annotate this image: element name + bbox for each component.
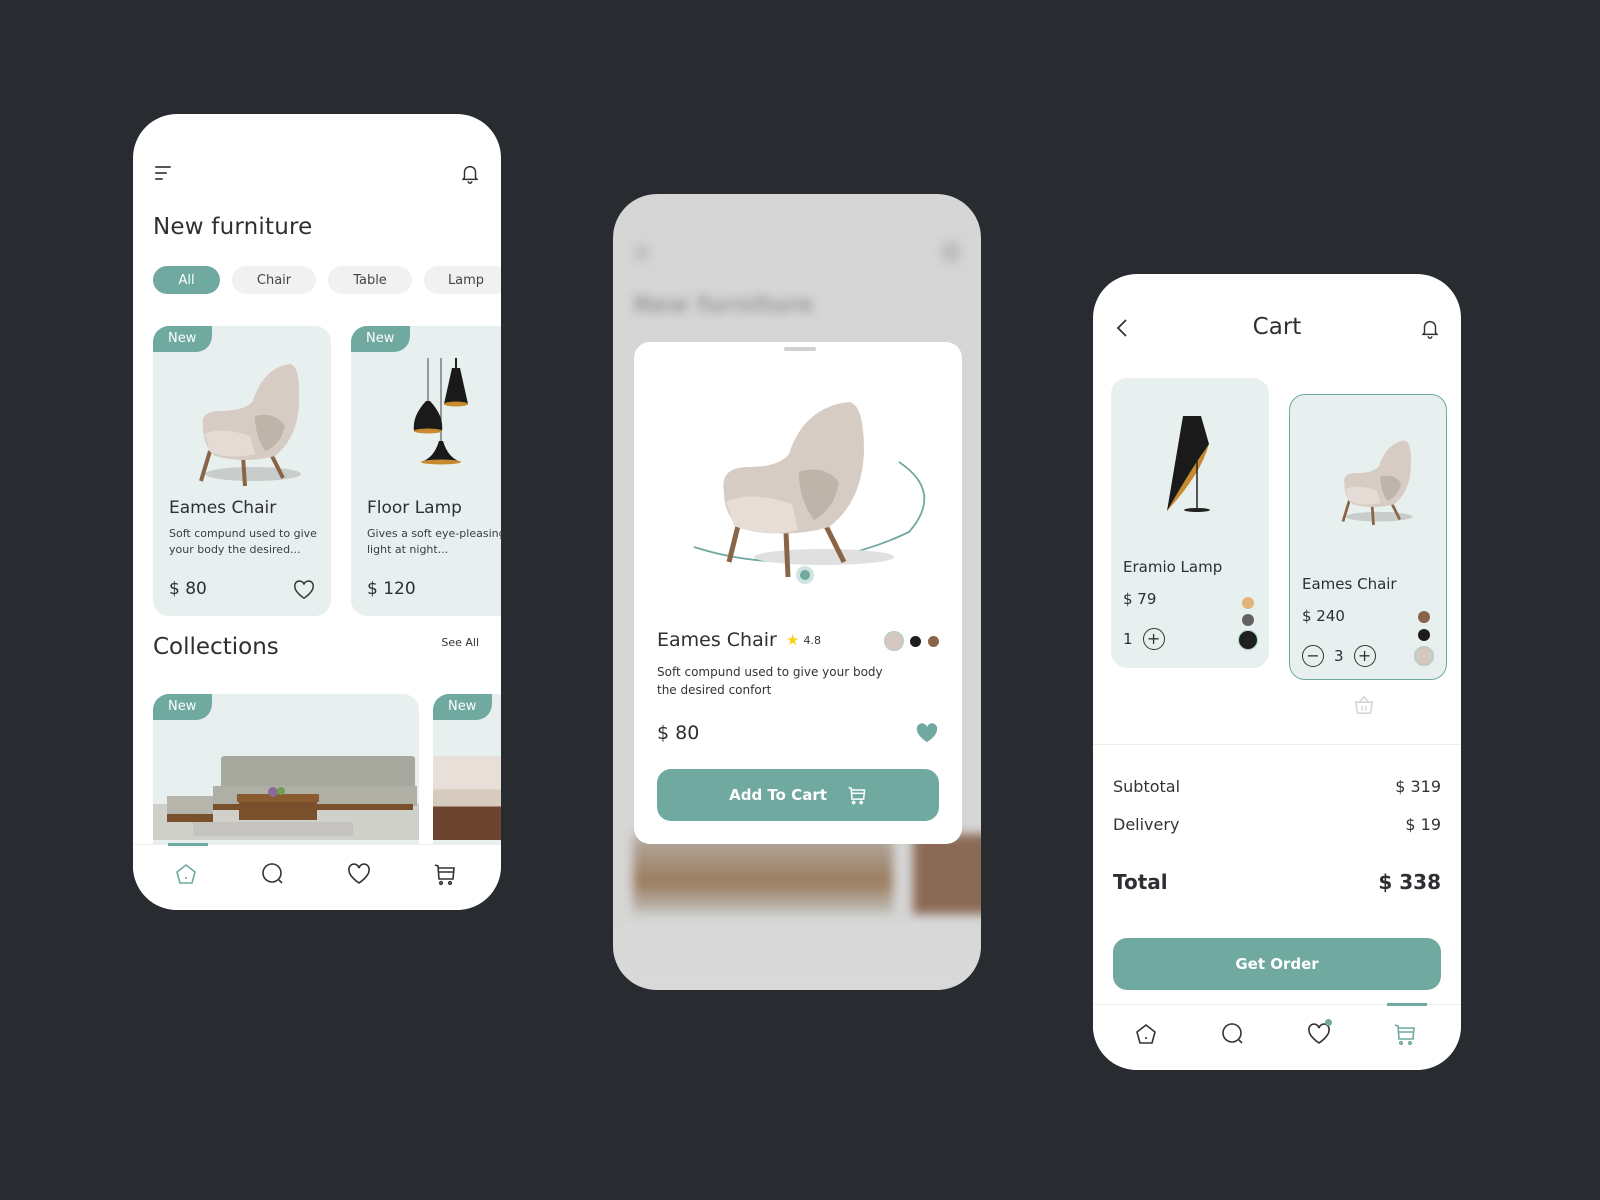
bottom-nav (1093, 1003, 1461, 1070)
menu-icon (635, 246, 649, 260)
add-to-cart-button[interactable]: Add To Cart (657, 769, 939, 821)
total-value: $ 338 (1378, 870, 1441, 894)
color-swatch-gray[interactable] (1242, 614, 1254, 626)
cart-item[interactable]: Eramio Lamp $ 79 1 + (1111, 378, 1269, 668)
add-to-cart-label: Add To Cart (729, 786, 827, 804)
subtotal-label: Subtotal (1113, 777, 1181, 796)
color-swatch-brown[interactable] (1418, 611, 1430, 623)
sofa-image (153, 756, 419, 840)
cart-item-name: Eramio Lamp (1123, 558, 1223, 576)
cart-item-selected[interactable]: Eames Chair $ 240 − 3 + (1289, 394, 1447, 680)
home-icon[interactable] (1134, 1022, 1158, 1046)
notification-dot (1325, 1019, 1332, 1026)
heart-icon[interactable] (293, 580, 315, 600)
color-swatch-black[interactable] (1418, 629, 1430, 641)
collection-image (433, 756, 501, 840)
product-name: Eames Chair (169, 498, 277, 518)
search-icon[interactable] (1221, 1022, 1245, 1046)
total-label: Total (1113, 870, 1168, 894)
delivery-value: $ 19 (1405, 815, 1441, 834)
product-description: Gives a soft eye-pleasing light at night… (367, 527, 501, 556)
delete-basket-icon[interactable] (1353, 694, 1375, 716)
product-name: Eames Chair (657, 629, 777, 651)
bell-icon[interactable] (1419, 316, 1441, 340)
new-badge: New (351, 326, 411, 352)
chair-image (199, 364, 301, 486)
product-price: $ 120 (367, 579, 416, 599)
collection-card[interactable]: New (153, 694, 419, 864)
quantity-value: 1 (1123, 630, 1133, 648)
rating-value: 4.8 (803, 633, 821, 647)
page-title: New furniture (153, 214, 313, 240)
product-price: $ 80 (169, 579, 207, 599)
background-image (913, 834, 981, 914)
collections-title: Collections (153, 634, 279, 660)
quantity-value: 3 (1334, 647, 1344, 665)
divider (1093, 744, 1461, 745)
page-title: Cart (1252, 314, 1302, 340)
table-lamp-image (1167, 416, 1210, 512)
cart-icon[interactable] (433, 862, 457, 886)
cart-icon[interactable] (1393, 1022, 1417, 1046)
lamp-image (413, 358, 468, 465)
home-icon[interactable] (174, 862, 198, 886)
nav-active-indicator (168, 843, 208, 846)
bottom-nav (133, 843, 501, 910)
see-all-link[interactable]: See All (441, 636, 479, 649)
quantity-stepper: 1 + (1123, 628, 1165, 650)
menu-icon[interactable] (155, 166, 175, 182)
product-detail-sheet: Eames Chair ★ 4.8 Soft compund used to g… (634, 342, 962, 844)
color-swatch-brown[interactable] (928, 636, 939, 647)
delivery-label: Delivery (1113, 815, 1180, 834)
category-filters: All Chair Table Lamp (153, 266, 501, 294)
product-card[interactable]: New Eames Chair Soft compund used to giv… (153, 326, 331, 616)
color-swatch-black[interactable] (1238, 630, 1258, 650)
product-rating: ★ 4.8 (786, 631, 821, 649)
chair-360-image (693, 402, 926, 584)
heart-filled-icon[interactable] (916, 723, 938, 743)
home-screen: New furniture All Chair Table Lamp New E… (133, 114, 501, 910)
filter-all[interactable]: All (153, 266, 220, 294)
bell-icon (941, 241, 961, 263)
filter-lamp[interactable]: Lamp (424, 266, 501, 294)
filter-table[interactable]: Table (328, 266, 412, 294)
color-swatch-black[interactable] (910, 636, 921, 647)
increase-quantity-button[interactable]: + (1142, 628, 1165, 650)
color-swatch-beige[interactable] (1414, 646, 1434, 666)
chair-image (1341, 440, 1413, 525)
get-order-button[interactable]: Get Order (1113, 938, 1441, 990)
background-title: New furniture (633, 292, 814, 318)
cart-item-name: Eames Chair (1302, 575, 1397, 593)
search-icon[interactable] (261, 862, 285, 886)
product-detail-screen: New furniture Eames Chair ★ 4.8 Soft com… (613, 194, 981, 990)
new-badge: New (153, 694, 213, 720)
bell-icon[interactable] (459, 161, 481, 185)
cart-item-price: $ 240 (1302, 607, 1345, 625)
product-card[interactable]: New Floor Lamp Gives a soft eye-pleasing… (351, 326, 501, 616)
drag-handle[interactable] (784, 347, 816, 351)
cart-icon (848, 786, 866, 805)
star-icon: ★ (786, 631, 800, 649)
cart-screen: Cart Eramio Lamp $ 79 1 + Eames Chair $ … (1093, 274, 1461, 1070)
product-description: Soft compund used to give your body the … (657, 665, 883, 697)
product-name: Floor Lamp (367, 498, 462, 518)
collection-card[interactable]: New (433, 694, 501, 864)
heart-icon[interactable] (347, 862, 371, 886)
product-description: Soft compund used to give your body the … (169, 527, 317, 556)
decrease-quantity-button[interactable]: − (1302, 645, 1324, 667)
nav-active-indicator (1387, 1003, 1427, 1006)
background-image (633, 834, 893, 914)
product-price: $ 80 (657, 722, 700, 744)
subtotal-value: $ 319 (1395, 777, 1441, 796)
increase-quantity-button[interactable]: + (1353, 645, 1376, 667)
color-swatch-tan[interactable] (1242, 597, 1254, 609)
new-badge: New (433, 694, 493, 720)
new-badge: New (153, 326, 213, 352)
color-swatch-beige[interactable] (884, 631, 904, 651)
background-nav (613, 924, 981, 990)
cart-item-price: $ 79 (1123, 590, 1157, 608)
filter-chair[interactable]: Chair (232, 266, 316, 294)
quantity-stepper: − 3 + (1302, 645, 1376, 667)
